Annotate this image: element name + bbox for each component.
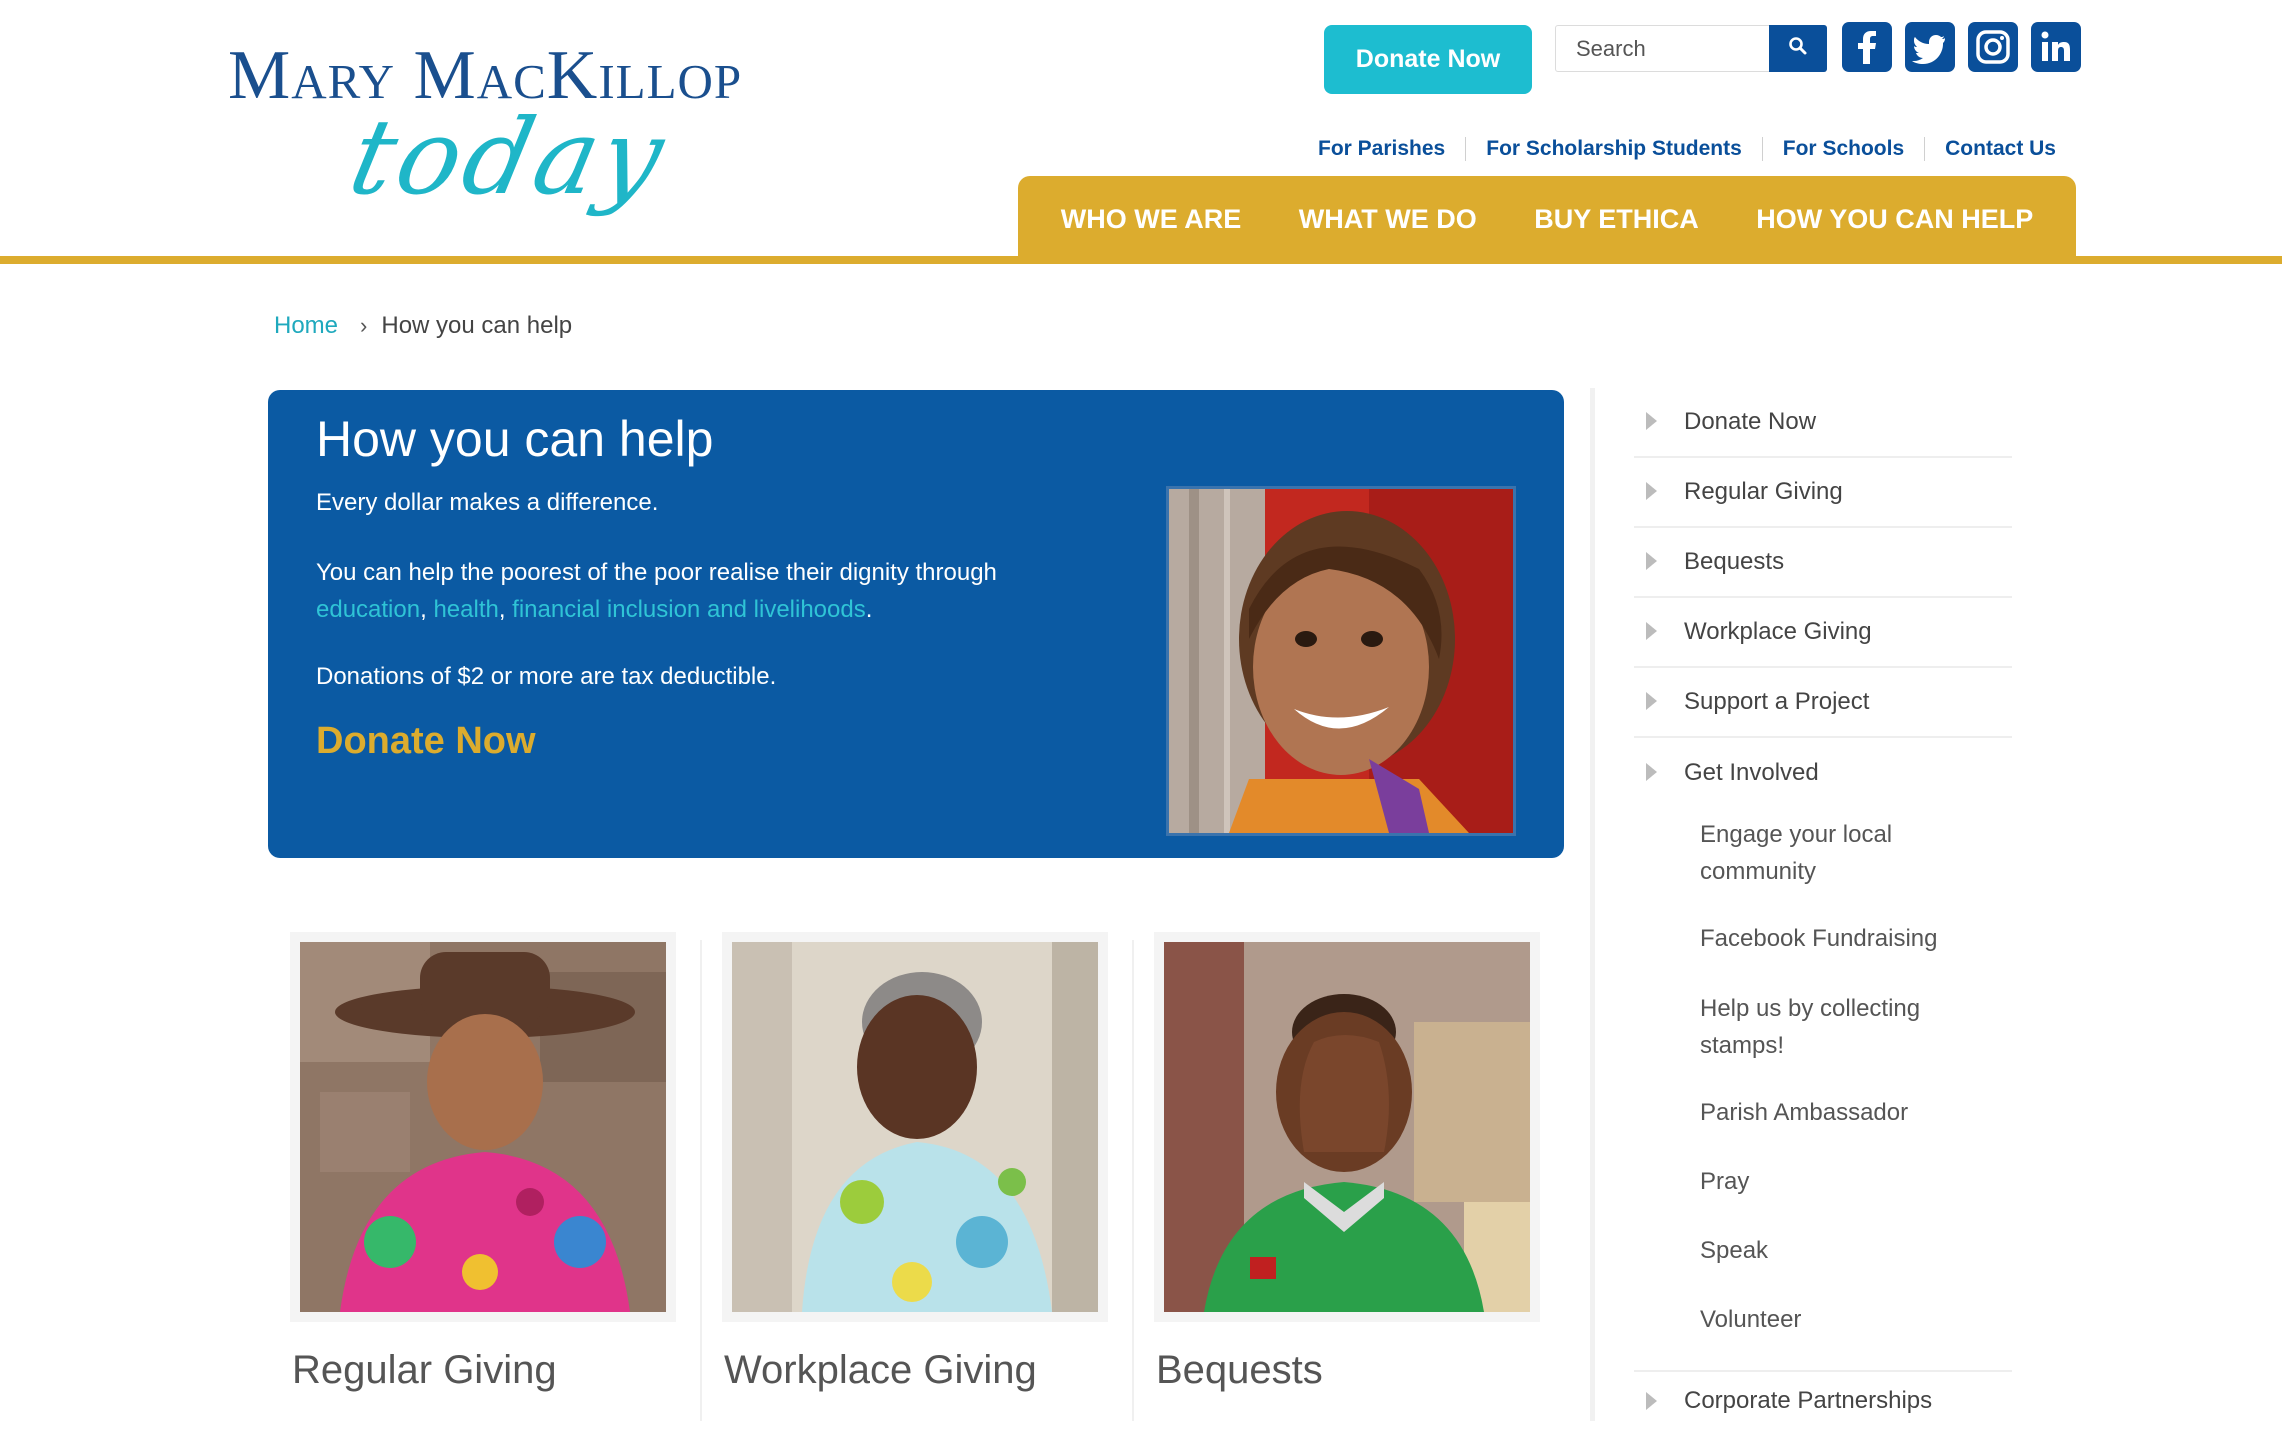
- hero-description: You can help the poorest of the poor rea…: [316, 554, 1076, 628]
- caret-right-icon: [1646, 1392, 1657, 1410]
- comma: ,: [498, 596, 513, 623]
- hero-description-text: You can help the poorest of the poor rea…: [316, 559, 997, 586]
- caret-right-icon: [1646, 552, 1657, 570]
- card-title[interactable]: Bequests: [1156, 1348, 1323, 1393]
- sidebar-item-bequests[interactable]: Bequests: [1634, 528, 2012, 598]
- period: .: [865, 596, 873, 623]
- header-divider: [0, 256, 2282, 264]
- utility-nav: For Parishes For Scholarship Students Fo…: [1298, 136, 2056, 162]
- sidebar-item-regular-giving[interactable]: Regular Giving: [1634, 458, 2012, 528]
- search-input[interactable]: [1556, 26, 1770, 71]
- instagram-icon[interactable]: [1968, 22, 2018, 72]
- twitter-icon[interactable]: [1905, 22, 1955, 72]
- sidebar-nav: Donate Now Regular Giving Bequests Workp…: [1634, 388, 2012, 808]
- tax-note: Donations of $2 or more are tax deductib…: [316, 663, 777, 690]
- linkedin-icon[interactable]: [2031, 22, 2081, 72]
- caret-right-icon: [1646, 763, 1657, 781]
- util-link-schools[interactable]: For Schools: [1761, 137, 1924, 161]
- card-workplace-giving[interactable]: Workplace Giving: [722, 932, 1112, 1421]
- caret-right-icon: [1646, 412, 1657, 430]
- sidebar-subitem-parish-ambassador[interactable]: Parish Ambassador: [1700, 1094, 2000, 1131]
- link-health[interactable]: health: [433, 596, 498, 623]
- nav-who-we-are[interactable]: WHO WE ARE: [1061, 204, 1241, 235]
- util-link-contact[interactable]: Contact Us: [1924, 137, 2056, 161]
- sidebar-subitem-speak[interactable]: Speak: [1700, 1232, 2000, 1269]
- sidebar-subitem-pray[interactable]: Pray: [1700, 1163, 2000, 1200]
- sidebar-item-label: Regular Giving: [1684, 478, 1843, 505]
- sidebar-subitem-facebook-fundraising[interactable]: Facebook Fundraising: [1700, 920, 2000, 957]
- sidebar-item-label: Support a Project: [1684, 688, 1870, 715]
- hero-tagline: Every dollar makes a difference.: [316, 489, 659, 516]
- link-education[interactable]: education: [316, 596, 420, 623]
- util-link-scholarship[interactable]: For Scholarship Students: [1465, 137, 1762, 161]
- sidebar-item-workplace-giving[interactable]: Workplace Giving: [1634, 598, 2012, 668]
- comma: ,: [420, 596, 434, 623]
- sidebar-item-support-a-project[interactable]: Support a Project: [1634, 668, 2012, 738]
- hero-donate-link[interactable]: Donate Now: [316, 720, 536, 763]
- main-nav: WHO WE ARE WHAT WE DO BUY ETHICA HOW YOU…: [1018, 176, 2076, 262]
- card-image-frame: [1154, 932, 1540, 1322]
- search-icon: [1788, 36, 1808, 61]
- breadcrumb-home[interactable]: Home: [274, 312, 338, 340]
- search-button[interactable]: [1769, 25, 1827, 72]
- regular-giving-photo: [300, 942, 666, 1312]
- site-header: Mary MacKillop today Donate Now For Pari…: [0, 0, 2282, 266]
- sidebar-subitem-collect-stamps[interactable]: Help us by collecting stamps!: [1700, 990, 2000, 1064]
- card-image-frame: [722, 932, 1108, 1322]
- sidebar-item-label: Donate Now: [1684, 408, 1817, 435]
- nav-buy-ethica[interactable]: BUY ETHICA: [1534, 204, 1699, 235]
- hero-child-photo: [1166, 486, 1516, 836]
- breadcrumb-separator: ›: [360, 313, 368, 338]
- logo-script: today: [340, 96, 678, 218]
- sidebar-item-label: Get Involved: [1684, 759, 1819, 786]
- sidebar-item-corporate-partnerships[interactable]: Corporate Partnerships: [1634, 1370, 2012, 1430]
- sidebar-item-label: Bequests: [1684, 548, 1785, 575]
- sidebar-item-get-involved[interactable]: Get Involved: [1634, 738, 2012, 808]
- sidebar-item-label: Corporate Partnerships: [1684, 1387, 1933, 1414]
- nav-how-you-can-help[interactable]: HOW YOU CAN HELP: [1756, 204, 2033, 235]
- facebook-icon[interactable]: [1842, 22, 1892, 72]
- sidebar-subitem-engage-community[interactable]: Engage your local community: [1700, 816, 2000, 890]
- card-image-frame: [290, 932, 676, 1322]
- card-title[interactable]: Workplace Giving: [724, 1348, 1037, 1393]
- bequests-photo: [1164, 942, 1530, 1312]
- nav-what-we-do[interactable]: WHAT WE DO: [1299, 204, 1477, 235]
- breadcrumb: Home › How you can help: [274, 312, 572, 340]
- sidebar-item-donate-now[interactable]: Donate Now: [1634, 388, 2012, 458]
- caret-right-icon: [1646, 482, 1657, 500]
- caret-right-icon: [1646, 622, 1657, 640]
- card-bequests[interactable]: Bequests: [1154, 932, 1544, 1421]
- sidebar-item-label: Workplace Giving: [1684, 618, 1872, 645]
- card-divider: [1132, 940, 1134, 1421]
- workplace-giving-photo: [732, 942, 1098, 1312]
- card-regular-giving[interactable]: Regular Giving: [290, 932, 680, 1421]
- caret-right-icon: [1646, 692, 1657, 710]
- card-divider: [700, 940, 702, 1421]
- site-logo[interactable]: Mary MacKillop today: [228, 36, 828, 236]
- hero-panel: How you can help Every dollar makes a di…: [268, 390, 1564, 858]
- sidebar-subitem-volunteer[interactable]: Volunteer: [1700, 1301, 2000, 1338]
- donate-now-button[interactable]: Donate Now: [1324, 25, 1532, 94]
- page-title: How you can help: [316, 411, 714, 467]
- card-title[interactable]: Regular Giving: [292, 1348, 557, 1393]
- link-financial-inclusion[interactable]: financial inclusion and livelihoods: [512, 596, 866, 623]
- search-box: [1555, 25, 1827, 72]
- breadcrumb-current: How you can help: [381, 312, 573, 339]
- sidebar-rule: [1590, 388, 1595, 1421]
- util-link-parishes[interactable]: For Parishes: [1298, 137, 1465, 161]
